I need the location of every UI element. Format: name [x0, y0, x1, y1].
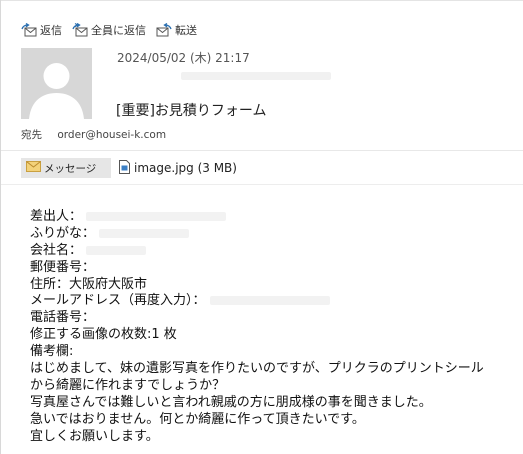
- top-divider: [1, 0, 523, 1]
- body-line-text: ふりがな：: [30, 225, 96, 241]
- reply-all-label: 全員に返信: [91, 24, 146, 37]
- forward-button[interactable]: 転送: [156, 22, 197, 38]
- redacted-text: [209, 296, 330, 306]
- body-line-text: 電話番号：: [30, 310, 96, 326]
- body-line: ふりがな：: [30, 226, 520, 243]
- body-line-text: はじめまして、妹の遺影写真を作りたいのですが、プリクラのプリントシール: [30, 361, 484, 377]
- message-tab-label: メッセージ: [44, 162, 97, 175]
- message-tab[interactable]: メッセージ: [21, 158, 111, 178]
- body-line: 修正する画像の枚数:1 枚: [30, 327, 520, 344]
- forward-label: 転送: [175, 24, 197, 37]
- body-line: 郵便番号：: [30, 260, 520, 277]
- reply-label: 返信: [40, 24, 62, 37]
- body-divider: [1, 184, 523, 185]
- body-line: 住所：大阪府大阪市: [30, 277, 520, 294]
- body-line: から綺麗に作れますでしょうか？: [30, 378, 520, 395]
- redacted-text: [99, 228, 190, 238]
- body-line: 電話番号：: [30, 310, 520, 327]
- reply-all-button[interactable]: 全員に返信: [72, 22, 146, 38]
- recipient-row: 宛先 order@housei-k.com: [21, 127, 166, 142]
- message-reading-pane: 返信 全員に返信 転送 2024/05/02 (木) 21:17 [重要]お見積…: [0, 0, 523, 454]
- body-line: 急いではおりません。何とか綺麗に作って頂きたいです。: [30, 412, 520, 429]
- reply-icon: [21, 23, 37, 37]
- redacted-text: [86, 212, 227, 221]
- envelope-icon: [26, 161, 41, 175]
- body-line-text: 会社名：: [30, 242, 83, 258]
- forward-icon: [156, 23, 172, 37]
- body-line-text: 修正する画像の枚数:1 枚: [30, 327, 177, 343]
- image-file-icon: [119, 159, 130, 177]
- message-toolbar: 返信 全員に返信 転送: [21, 22, 197, 38]
- body-line: 宜しくお願いします。: [30, 429, 520, 446]
- redacted-text: [86, 245, 147, 255]
- body-line: はじめまして、妹の遺影写真を作りたいのですが、プリクラのプリントシール: [30, 361, 520, 378]
- to-label: 宛先: [21, 129, 42, 141]
- body-line-text: 差出人：: [30, 209, 83, 224]
- attachment-divider: [1, 150, 523, 151]
- body-line-text: 住所：大阪府大阪市: [30, 276, 148, 292]
- attachment-file-name: image.jpg (3 MB): [134, 161, 237, 175]
- reply-button[interactable]: 返信: [21, 22, 62, 38]
- body-line-text: メールアドレス（再度入力）：: [30, 293, 206, 309]
- avatar-silhouette-icon: [21, 48, 92, 119]
- body-line-text: 写真屋さんでは難しいと言われ親戚の方に朋成様の事を聞きました。: [30, 394, 432, 410]
- sender-avatar: [21, 48, 92, 119]
- message-body: 差出人： ふりがな： 会社名： 郵便番号： 住所：大阪府大阪市 メールアドレス（…: [30, 209, 520, 445]
- body-line-text: 郵便番号：: [30, 259, 96, 275]
- reply-all-icon: [72, 23, 88, 37]
- body-line: 差出人：: [30, 209, 520, 226]
- body-line-text: 宜しくお願いします。: [30, 428, 159, 444]
- body-line-text: 急いではおりません。何とか綺麗に作って頂きたいです。: [30, 411, 365, 427]
- redacted-sender: [181, 72, 331, 80]
- body-line: 会社名：: [30, 243, 520, 260]
- body-line: メールアドレス（再度入力）：: [30, 293, 520, 310]
- message-date: 2024/05/02 (木) 21:17: [117, 51, 250, 65]
- attachment-bar: メッセージ image.jpg (3 MB): [21, 158, 237, 178]
- body-line: 備考欄:: [30, 344, 520, 361]
- body-line: 写真屋さんでは難しいと言われ親戚の方に朋成様の事を聞きました。: [30, 395, 520, 412]
- body-line-text: 備考欄:: [30, 344, 74, 360]
- message-subject: [重要]お見積りフォーム: [116, 103, 267, 119]
- attachment-image-file[interactable]: image.jpg (3 MB): [111, 158, 237, 178]
- body-line-text: から綺麗に作れますでしょうか？: [30, 377, 226, 393]
- to-address[interactable]: order@housei-k.com: [57, 129, 166, 141]
